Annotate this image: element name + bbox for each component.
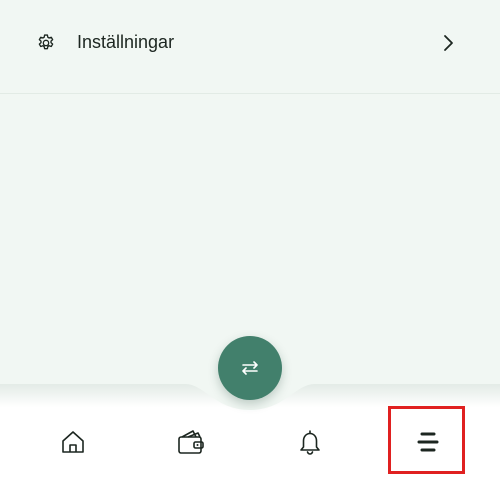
menu-icon: [417, 432, 439, 452]
gear-icon: [38, 34, 54, 50]
settings-row[interactable]: Inställningar: [0, 0, 500, 94]
nav-wallet[interactable]: [169, 420, 213, 464]
nav-notifications[interactable]: [288, 420, 332, 464]
swap-arrows-icon: [242, 361, 258, 375]
settings-label: Inställningar: [77, 32, 175, 52]
nav-home[interactable]: [51, 420, 95, 464]
transfer-button[interactable]: [218, 336, 282, 400]
bell-icon: [300, 430, 320, 455]
chevron-right-icon: [444, 35, 453, 51]
nav-menu[interactable]: [406, 420, 450, 464]
wallet-icon: [178, 430, 204, 454]
home-icon: [62, 431, 84, 453]
